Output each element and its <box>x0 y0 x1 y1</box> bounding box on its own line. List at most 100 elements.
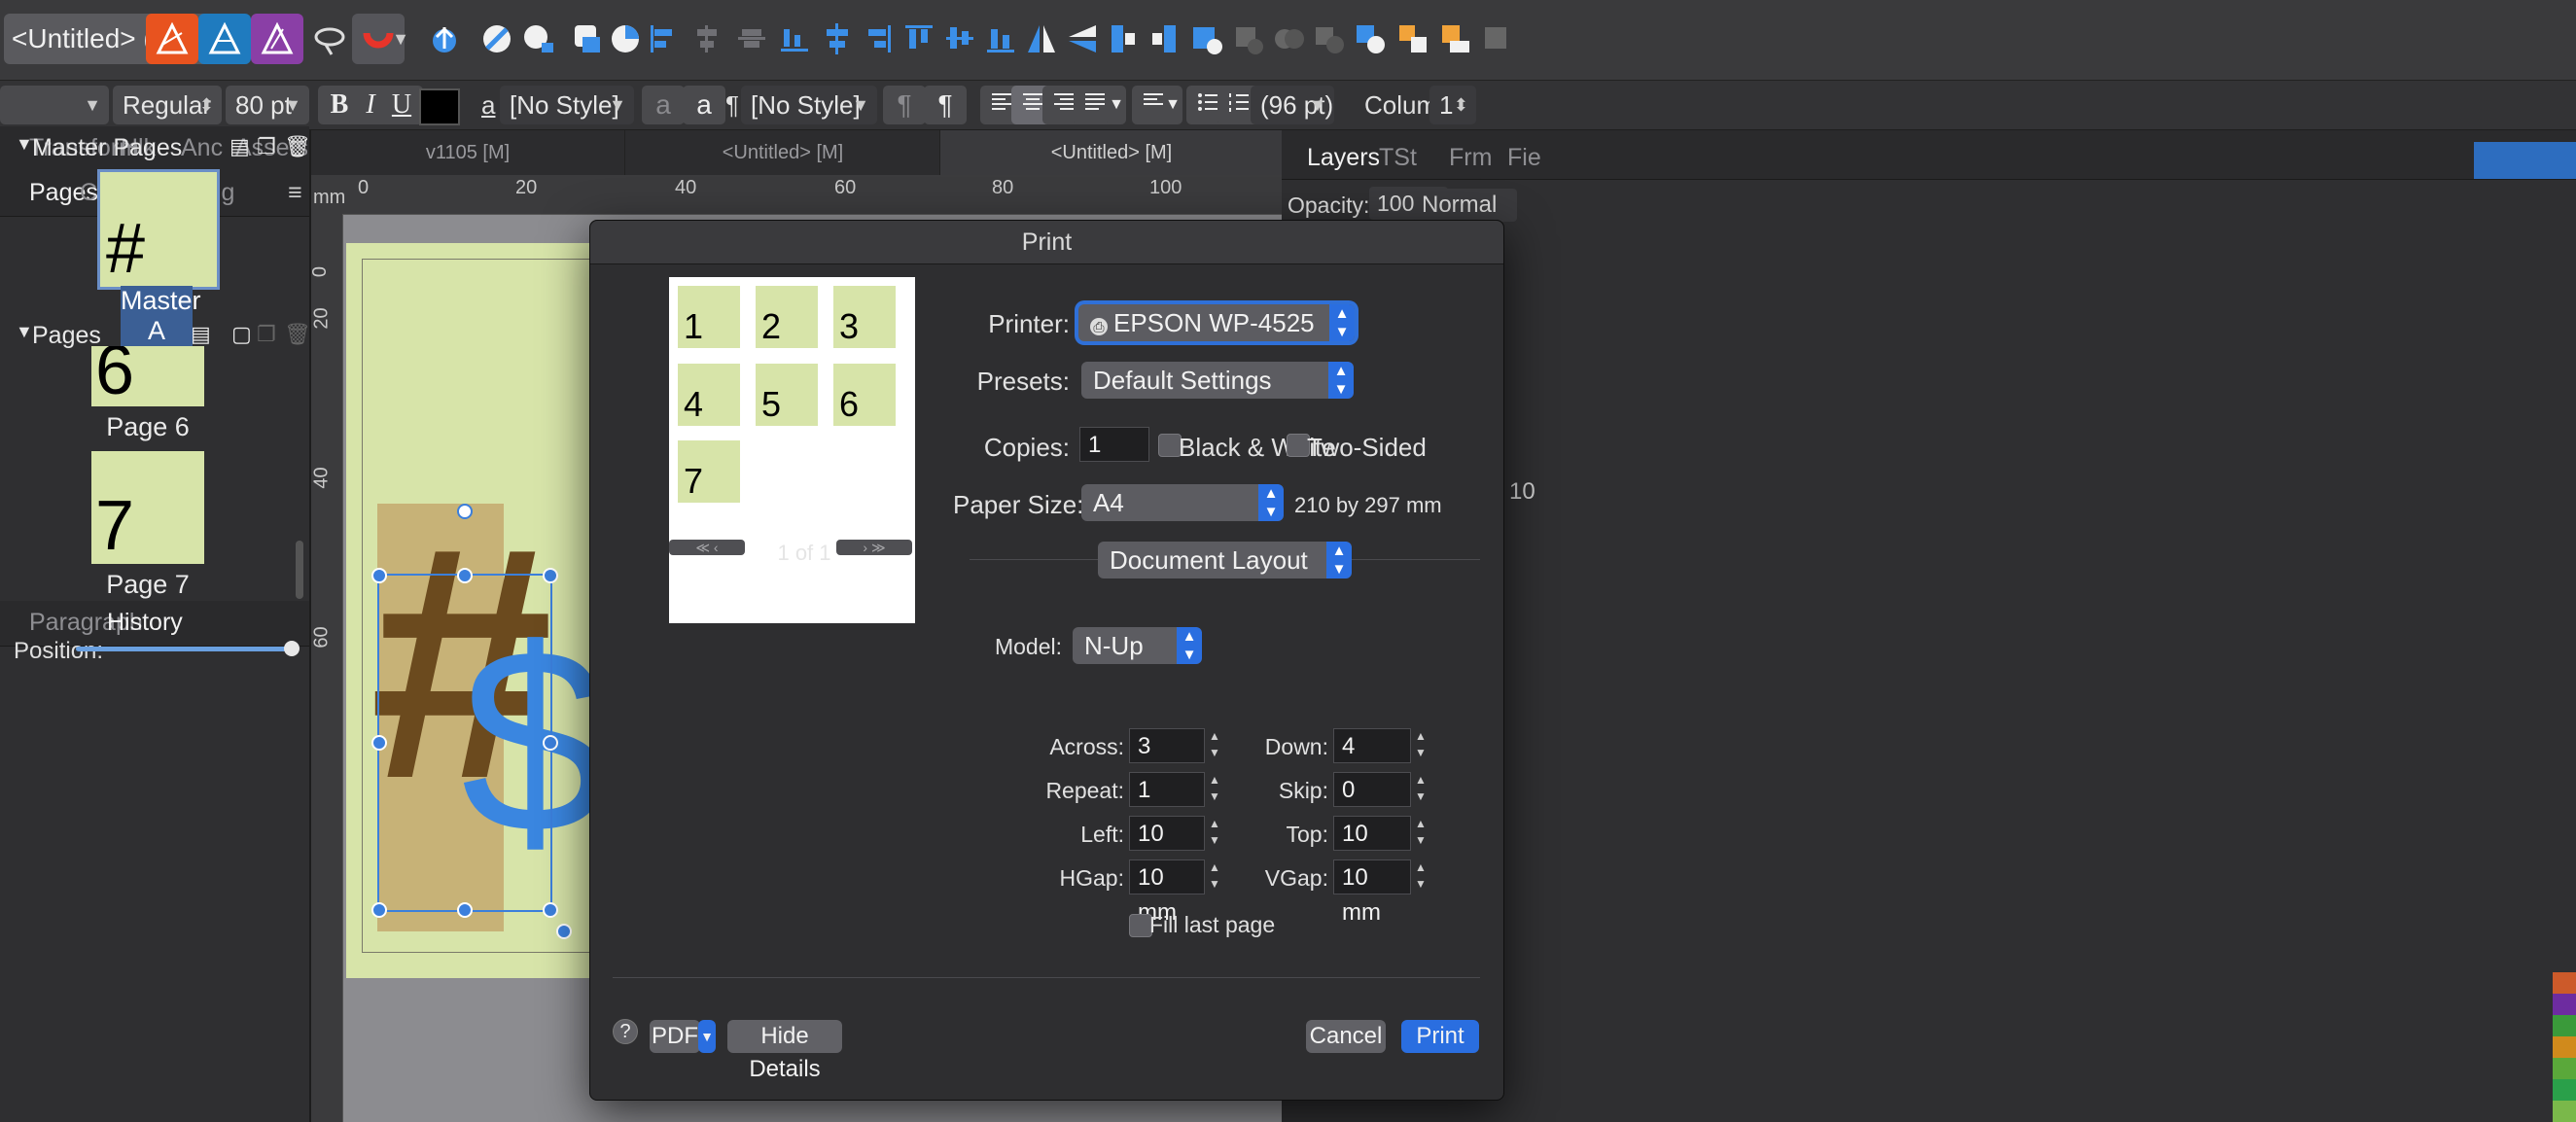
help-button[interactable]: ? <box>613 1019 638 1044</box>
selection-handle[interactable] <box>371 568 387 583</box>
vgap-stepper[interactable]: ▲ ▼ <box>1413 859 1429 894</box>
document-page[interactable]: # $ <box>346 243 607 978</box>
vgap-field[interactable]: 10 mm <box>1333 859 1411 926</box>
down-stepper[interactable]: ▲ ▼ <box>1413 728 1429 763</box>
updown-icon: ▲ ▼ <box>1177 627 1202 664</box>
hide-details-button[interactable]: Hide Details <box>727 1020 842 1082</box>
selection-handle[interactable] <box>543 902 558 918</box>
bullet-list-icon <box>1198 93 1217 111</box>
page-6-thumbnail[interactable]: 6 <box>91 346 204 409</box>
vertical-align-dropdown[interactable]: ▼ <box>1163 86 1182 124</box>
copies-field[interactable]: 1 <box>1079 427 1149 462</box>
snapping-dropdown-icon[interactable]: ▼ <box>389 14 412 64</box>
skip-field[interactable]: 0 <box>1333 772 1411 807</box>
ruler-h-tick: 100 <box>1149 177 1182 198</box>
columns-field[interactable]: 1 ⬍ <box>1429 86 1476 124</box>
paragraph-style-select[interactable]: [No Style] ▼ <box>741 86 877 124</box>
preview-icon[interactable] <box>303 14 356 64</box>
top-margin-field[interactable]: 10 mm <box>1333 816 1411 882</box>
page-7-thumbnail[interactable]: 7 <box>91 451 204 565</box>
apply-para-style-button[interactable]: ¶ <box>924 86 967 124</box>
history-slider-handle[interactable] <box>284 641 300 656</box>
hgap-stepper[interactable]: ▲ ▼ <box>1207 859 1222 894</box>
font-family-select[interactable]: ▼ <box>0 86 109 124</box>
top-margin-stepper[interactable]: ▲ ▼ <box>1413 816 1429 851</box>
photo-persona-icon[interactable] <box>198 14 251 64</box>
hgap-field[interactable]: 10 mm <box>1129 859 1205 926</box>
pages-scrollbar[interactable] <box>296 541 303 599</box>
master-a-thumbnail[interactable]: # <box>97 169 220 290</box>
designer-persona-icon[interactable] <box>146 14 198 64</box>
selection-box[interactable] <box>377 574 552 912</box>
repeat-stepper[interactable]: ▲ ▼ <box>1207 772 1222 807</box>
repeat-field[interactable]: 1 <box>1129 772 1205 807</box>
apply-char-style-button[interactable]: a <box>683 86 725 124</box>
down-field[interactable]: 4 <box>1333 728 1411 763</box>
doc-tab-untitled-2[interactable]: <Untitled> [M] <box>939 130 1283 175</box>
layer-selected-row[interactable] <box>2474 142 2576 179</box>
tab-fields[interactable]: Fie <box>1507 144 1541 172</box>
duplicate-master-icon[interactable]: ❐ <box>257 134 276 159</box>
skip-stepper[interactable]: ▲ ▼ <box>1413 772 1429 807</box>
selection-handle[interactable] <box>371 902 387 918</box>
justify-dropdown[interactable]: ▼ <box>1107 86 1126 124</box>
first-page-button[interactable]: ≪ ‹ <box>669 540 745 555</box>
font-size-field[interactable]: 80 pt ▼ <box>226 86 309 124</box>
font-weight-select[interactable]: Regular ⬍ <box>113 86 222 124</box>
left-margin-field[interactable]: 10 mm <box>1129 816 1205 882</box>
vertical-ruler[interactable]: 0 20 40 60 <box>309 214 343 1122</box>
history-position-slider[interactable] <box>76 647 292 651</box>
down-label: Down: <box>1264 734 1328 759</box>
add-master-icon[interactable]: ▤ <box>229 134 250 159</box>
cancel-button[interactable]: Cancel <box>1306 1020 1386 1053</box>
panel-menu-icon[interactable]: ≡ <box>288 179 302 207</box>
section-select[interactable]: Document Layout ▲ ▼ <box>1098 542 1352 579</box>
rotation-handle[interactable] <box>457 504 473 519</box>
selection-handle[interactable] <box>457 568 473 583</box>
blend-mode-select[interactable]: Normal <box>1414 189 1517 222</box>
character-style-select[interactable]: [No Style] ▼ <box>500 86 634 124</box>
across-stepper[interactable]: ▲ ▼ <box>1207 728 1222 763</box>
leading-field[interactable]: (96 pt) ▼ <box>1251 86 1334 124</box>
model-label: Model: <box>994 634 1062 659</box>
page-7-label: Page 7 <box>106 570 190 599</box>
add-page-icon[interactable]: ▢ <box>231 322 252 347</box>
frame-overflow-handle[interactable] <box>556 924 572 939</box>
tab-history[interactable]: History <box>107 609 183 637</box>
paper-size-select[interactable]: A4 ▲ ▼ <box>1081 484 1284 521</box>
presets-select[interactable]: Default Settings ▲ ▼ <box>1081 362 1354 399</box>
swatches-strip[interactable] <box>2553 972 2576 1122</box>
model-select[interactable]: N-Up ▲ ▼ <box>1073 627 1202 664</box>
next-page-button[interactable]: › ≫ <box>836 540 912 555</box>
page-options-icon[interactable]: ▤ <box>191 322 211 347</box>
printer-select[interactable]: ⎙ EPSON WP-4525 ▲ ▼ <box>1078 304 1355 341</box>
ruler-h-tick: 0 <box>358 177 370 198</box>
doc-tab-untitled-1[interactable]: <Untitled> [M] <box>624 130 940 175</box>
wrap-icon[interactable] <box>513 14 566 64</box>
selection-handle[interactable] <box>457 902 473 918</box>
text-color-swatch[interactable] <box>419 88 460 125</box>
section-value: Document Layout <box>1110 545 1308 575</box>
delete-master-icon[interactable]: 🗑 <box>284 134 311 159</box>
selection-handle[interactable] <box>543 735 558 751</box>
fill-last-page-label: Fill last page <box>1149 912 1276 937</box>
insert-icon[interactable] <box>418 14 471 64</box>
print-dialog: Print 1 2 3 4 5 6 7 ≪ ‹ 1 of 1 › ≫ <box>589 220 1504 1101</box>
doc-tab-v1105[interactable]: v1105 [M] <box>311 130 624 175</box>
selection-handle[interactable] <box>371 735 387 751</box>
disclosure-triangle-icon[interactable]: ▼ <box>16 134 33 155</box>
left-margin-stepper[interactable]: ▲ ▼ <box>1207 816 1222 851</box>
disclosure-triangle-icon[interactable]: ▼ <box>16 322 33 342</box>
underline-button[interactable]: U <box>380 86 423 124</box>
pdf-dropdown[interactable]: ▼ <box>698 1020 716 1053</box>
pdf-button[interactable]: PDF <box>650 1020 700 1053</box>
tab-frame[interactable]: Frm <box>1449 144 1492 172</box>
selection-handle[interactable] <box>543 568 558 583</box>
across-field[interactable]: 3 <box>1129 728 1205 763</box>
tab-text-styles[interactable]: TSt <box>1379 144 1417 172</box>
horizontal-ruler[interactable]: mm 0 20 40 60 80 100 <box>311 175 1282 215</box>
print-button[interactable]: Print <box>1401 1020 1479 1053</box>
tab-layers[interactable]: Layers <box>1307 144 1380 172</box>
publisher-persona-icon[interactable] <box>251 14 303 64</box>
character-style-icon: a <box>481 90 496 120</box>
